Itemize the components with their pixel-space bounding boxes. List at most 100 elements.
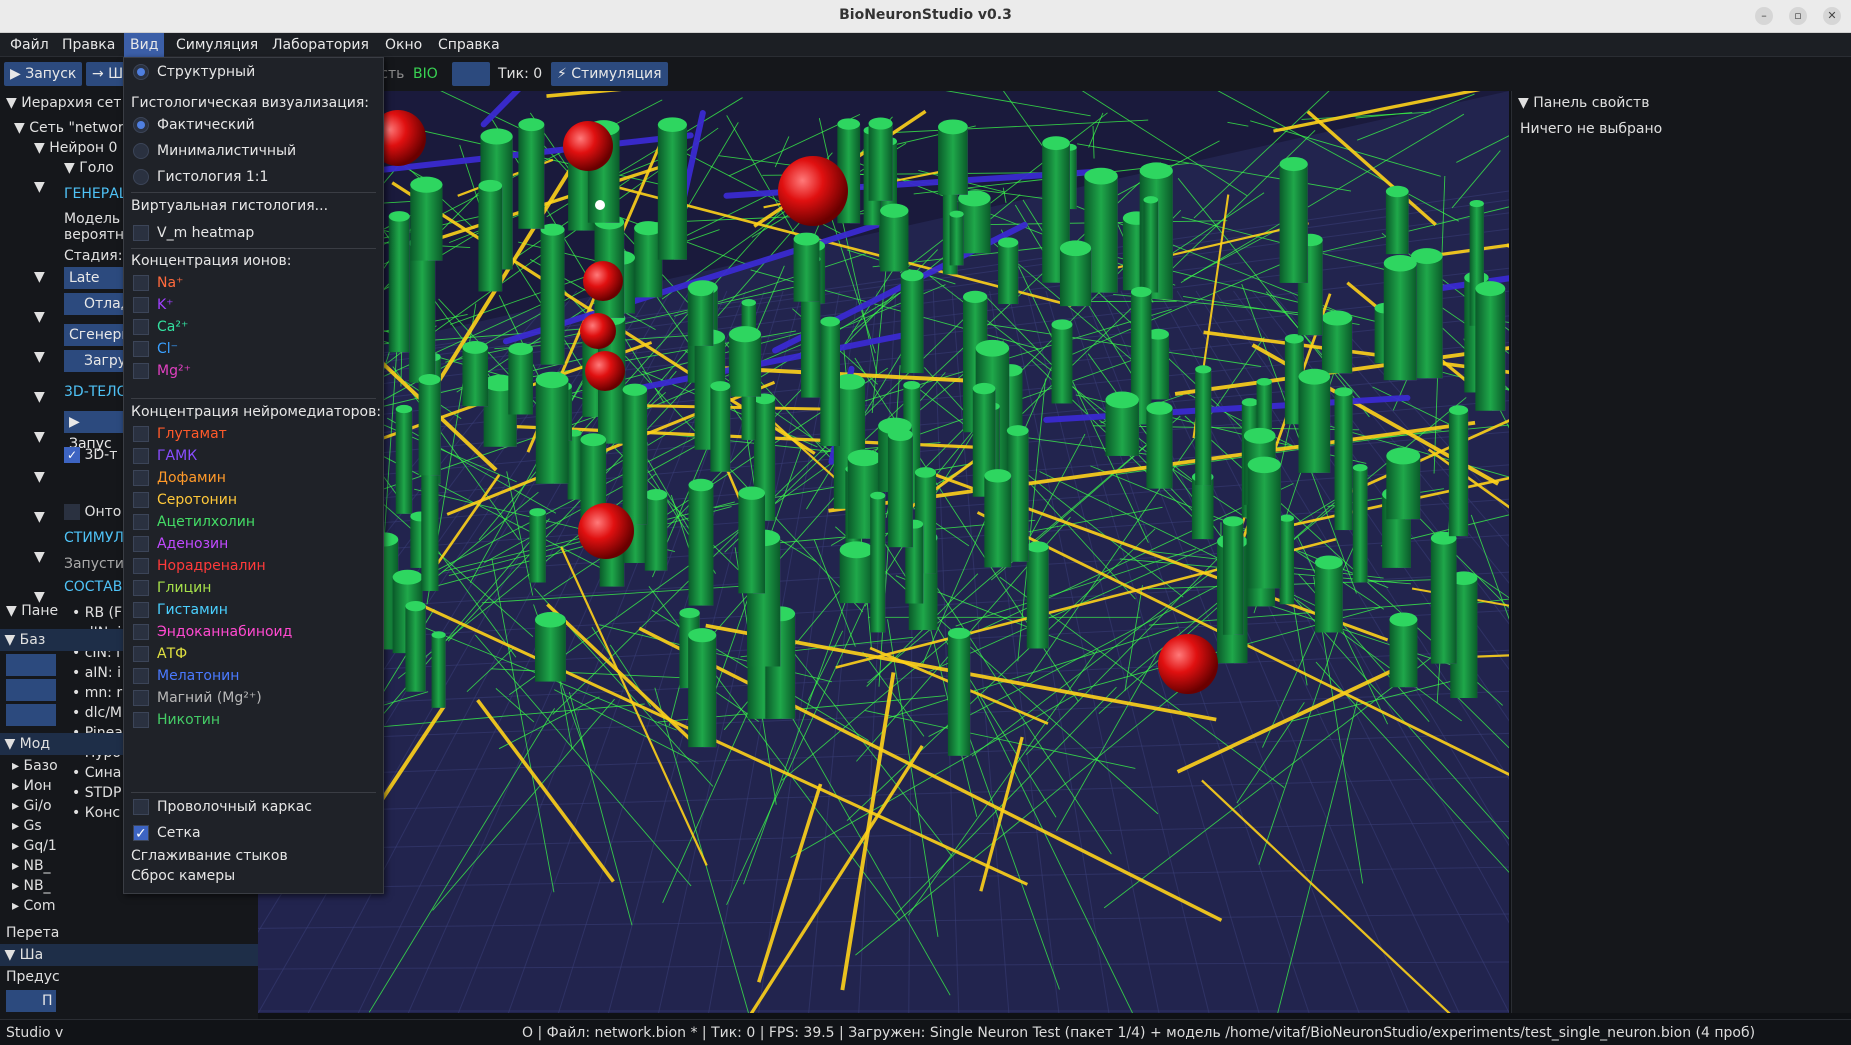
structural-radio[interactable]: Структурный (124, 61, 383, 83)
tree-item[interactable]: ▸ Gi/o (12, 796, 52, 816)
smooth-joints-item[interactable]: Сглаживание стыков (124, 845, 383, 867)
actual-radio[interactable]: Фактический (124, 114, 383, 136)
dendrite-cap (1241, 398, 1259, 407)
tree-item[interactable]: ▸ Gs (12, 816, 42, 836)
load-button[interactable]: Загру (64, 350, 126, 372)
template-section-header[interactable]: ▼ Ша (0, 944, 258, 966)
neurotransmitter-checkbox[interactable]: Норадреналин (124, 555, 383, 577)
stimulation-button[interactable]: ⚡ Стимуляция (551, 62, 668, 86)
tree-arrow[interactable]: ▼ (34, 387, 45, 407)
dendrite-cap (689, 283, 714, 297)
dendrite-cap (1143, 196, 1159, 204)
wireframe-checkbox[interactable]: Проволочный каркас (124, 796, 383, 818)
tree-arrow[interactable]: ▼ (34, 547, 45, 567)
histology11-radio[interactable]: Гистология 1:1 (124, 166, 383, 188)
dendrite-cylinder (1352, 467, 1368, 583)
tree-neuron[interactable]: ▼ Нейрон 0 (34, 138, 117, 158)
dendrite-cap (728, 326, 762, 343)
debug-button[interactable]: Отлад (64, 293, 130, 315)
menu-window[interactable]: Окно (379, 33, 428, 57)
tree-item[interactable]: ▸ Базо (12, 756, 58, 776)
tree-arrow[interactable]: ▼ (34, 427, 45, 447)
minimize-icon[interactable]: – (1755, 7, 1773, 25)
menu-help[interactable]: Справка (432, 33, 506, 57)
tree-arrow[interactable]: ▼ (34, 347, 45, 367)
neurotransmitter-checkbox[interactable]: Гистамин (124, 599, 383, 621)
tree-arrow[interactable]: ▼ (34, 267, 45, 287)
tree-arrow[interactable]: ▼ (34, 307, 45, 327)
neurotransmitter-checkbox[interactable]: Ацетилхолин (124, 511, 383, 533)
close-icon[interactable]: ✕ (1823, 7, 1841, 25)
dendrite-cylinder (540, 229, 565, 365)
base-button-2[interactable] (6, 679, 56, 701)
run-button[interactable]: ▶ Запуск (4, 62, 83, 86)
onto-checkbox[interactable]: Онто (64, 502, 121, 522)
menu-view[interactable]: Вид (124, 33, 165, 57)
panel-header[interactable]: ▼ Пане (6, 601, 58, 621)
neurotransmitter-checkbox[interactable]: Дофамин (124, 467, 383, 489)
dendrite-cap (1385, 185, 1409, 198)
3d-viewport[interactable] (258, 91, 1509, 1013)
grid-checkbox[interactable]: Сетка (124, 822, 383, 845)
tree-item[interactable]: ▸ Ион (12, 776, 52, 796)
neurotransmitter-checkbox[interactable]: Магний (Mg²⁺) (124, 687, 383, 709)
tree-network[interactable]: ▼ Сеть "networ (14, 118, 124, 138)
dendrite-cylinder (880, 210, 909, 272)
neurotransmitter-checkbox[interactable]: Мелатонин (124, 665, 383, 687)
menu-file[interactable]: Файл (4, 33, 55, 57)
neurotransmitter-checkbox[interactable]: Аденозин (124, 533, 383, 555)
composition-section: СОСТАВ (64, 579, 123, 595)
pyramidal-button[interactable]: П (6, 990, 56, 1012)
run-3d-button[interactable]: ▶ Запус (64, 411, 124, 452)
vm-heatmap-checkbox[interactable]: V_m heatmap (124, 222, 383, 244)
reset-camera-item[interactable]: Сброс камеры (124, 865, 383, 887)
neurotransmitter-checkbox[interactable]: Глутамат (124, 423, 383, 445)
properties-header[interactable]: ▼ Панель свойств (1518, 93, 1649, 113)
neurotransmitter-checkbox[interactable]: Эндоканнабиноид (124, 621, 383, 643)
minimal-radio[interactable]: Минималистичный (124, 140, 383, 162)
tree-item[interactable]: ▸ Gq/1 (12, 836, 57, 856)
dendrite-wire (774, 136, 790, 168)
tree-arrow[interactable]: ▼ (34, 467, 45, 487)
base-button-1[interactable] (6, 654, 56, 676)
dendrite-cap (1195, 365, 1212, 374)
checkbox-icon (133, 297, 149, 313)
tree-item[interactable]: ▸ NB_ (12, 876, 51, 896)
neurotransmitter-checkbox[interactable]: Глицин (124, 577, 383, 599)
ion-checkbox[interactable]: Cl⁻ (124, 338, 383, 360)
tree-item[interactable]: ▸ Com (12, 896, 55, 916)
drag-hint: Перета (6, 925, 60, 941)
maximize-icon[interactable]: ▫ (1789, 7, 1807, 25)
stage-select[interactable]: Late Tai (64, 267, 124, 308)
generator-section: ГЕНЕРАЦ (64, 186, 130, 202)
dendrite-cylinder (535, 379, 569, 484)
tree-arrow[interactable]: ▼ (34, 177, 45, 197)
virtual-histology-item[interactable]: Виртуальная гистология... (124, 195, 383, 217)
ion-checkbox[interactable]: Na⁺ (124, 272, 383, 294)
hierarchy-header[interactable]: ▼ Иерархия сет (6, 93, 121, 113)
ion-checkbox[interactable]: K⁺ (124, 294, 383, 316)
checkbox-icon (133, 646, 149, 662)
generate-button[interactable]: Сгенери (64, 324, 131, 346)
neurotransmitter-checkbox[interactable]: АТФ (124, 643, 383, 665)
neurotransmitter-checkbox[interactable]: ГАМК (124, 445, 383, 467)
tree-item[interactable]: ▸ NB_ (12, 856, 51, 876)
base-button-3[interactable] (6, 704, 56, 726)
check-icon (133, 823, 149, 845)
threed-checkbox[interactable]: ✓ 3D-т (64, 445, 117, 465)
ion-checkbox[interactable]: Mg²⁺ (124, 360, 383, 382)
tree-head[interactable]: ▼ Голо (64, 158, 114, 178)
menu-simulation[interactable]: Симуляция (170, 33, 264, 57)
list-item: • dlc/M (72, 705, 122, 721)
tree-arrow[interactable]: ▼ (34, 507, 45, 527)
dendrite-cap (688, 628, 717, 643)
menu-laboratory[interactable]: Лаборатория (266, 33, 375, 57)
checkbox-icon (133, 363, 149, 379)
neurotransmitter-checkbox[interactable]: Никотин (124, 709, 383, 731)
neurotransmitter-checkbox[interactable]: Серотонин (124, 489, 383, 511)
ion-checkbox[interactable]: Ca²⁺ (124, 316, 383, 338)
speed-field[interactable] (452, 62, 490, 86)
dendrite-cylinder (887, 434, 913, 548)
neuron-scene[interactable] (258, 91, 1509, 1013)
menu-edit[interactable]: Правка (56, 33, 121, 57)
